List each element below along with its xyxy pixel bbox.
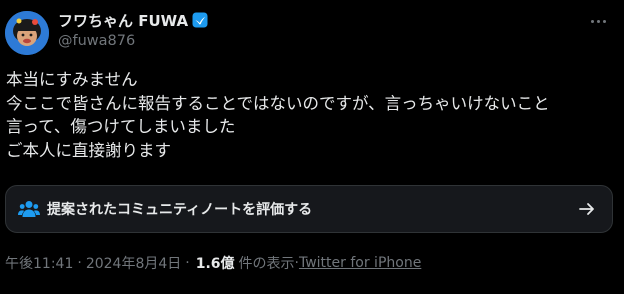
views-label: 件の表示 (238, 256, 295, 272)
tweet-text-line: 本当にすみません (6, 70, 138, 89)
more-dot (596, 19, 600, 23)
views-count[interactable]: 1.6億 (196, 253, 235, 273)
people-icon (18, 200, 40, 218)
tweet-text-line: 今ここで皆さんに報告することではないのですが、言っちゃいけないこと (6, 93, 550, 113)
tweet-time[interactable]: 午後11:41 (5, 253, 73, 273)
more-dot (590, 19, 594, 23)
separator: · (185, 255, 190, 271)
display-name[interactable]: フワちゃん FUWA (58, 9, 208, 31)
tweet-text-line: ご本人に直接謝ります (6, 140, 171, 160)
community-note-button[interactable]: 提案されたコミュニティノートを評価する (5, 185, 613, 233)
avatar[interactable] (5, 11, 49, 55)
arrow-right-icon (578, 200, 596, 218)
verified-icon (192, 12, 208, 28)
more-horizontal-icon[interactable] (586, 12, 610, 30)
tweet-meta: 午後11:41 · 2024年8月4日 · 1.6億 件の表示 · Twitte… (5, 253, 421, 273)
tweet-text: 本当にすみません 今ここで皆さんに報告することではないのですが、言っちゃいけない… (6, 68, 618, 162)
separator: · (77, 255, 82, 271)
tweet-text-line: 言って、傷つけてしまいました (6, 117, 236, 136)
community-note-label: 提案されたコミュニティノートを評価する (47, 202, 313, 218)
display-name-text: フワちゃん FUWA (58, 11, 189, 30)
tweet-date[interactable]: 2024年8月4日 (86, 253, 181, 273)
more-dot (602, 19, 606, 23)
avatar-photo (5, 11, 49, 55)
source-link[interactable]: Twitter for iPhone (299, 255, 421, 271)
tweet: フワちゃん FUWA @fuwa876 本当にすみません 今ここで皆さんに報告す… (0, 0, 624, 294)
handle[interactable]: @fuwa876 (58, 33, 135, 49)
